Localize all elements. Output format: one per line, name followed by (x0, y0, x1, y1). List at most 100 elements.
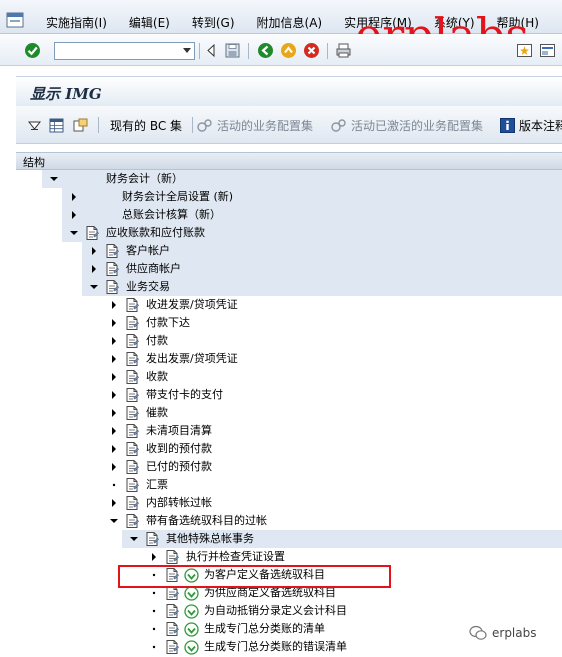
tree-row[interactable]: 发出发票/贷项凭证 (16, 350, 562, 368)
collapsed-triangle-icon[interactable] (108, 440, 120, 458)
collapsed-triangle-icon[interactable] (108, 350, 120, 368)
system-menu-icon[interactable] (6, 12, 24, 28)
collapsed-triangle-icon[interactable] (108, 332, 120, 350)
tree-row[interactable]: 付款下达 (16, 314, 562, 332)
existing-bc-sets-button[interactable]: 现有的 BC 集 (110, 117, 182, 134)
find-node-button[interactable] (48, 117, 69, 134)
tree-node-label[interactable]: 业务交易 (126, 280, 170, 294)
tree-node-label[interactable]: 付款下达 (146, 316, 190, 330)
tree-row[interactable]: 收款 (16, 368, 562, 386)
collapsed-triangle-icon[interactable] (68, 188, 80, 206)
menu-item[interactable]: 实用程序(M) (338, 15, 418, 31)
collapsed-triangle-icon[interactable] (108, 368, 120, 386)
tree-node-label[interactable]: 收进发票/贷项凭证 (146, 298, 238, 312)
collapsed-triangle-icon[interactable] (108, 314, 120, 332)
menu-item[interactable]: 帮助(H) (491, 15, 545, 31)
expanded-triangle-icon[interactable] (48, 170, 60, 188)
tree-row[interactable]: 执行并检查凭证设置 (16, 548, 562, 566)
tree-row[interactable]: 总账会计核算（新） (16, 206, 562, 224)
layout-menu-icon[interactable] (539, 42, 556, 59)
expanded-triangle-icon[interactable] (68, 224, 80, 242)
collapsed-triangle-icon[interactable] (68, 206, 80, 224)
menu-item[interactable]: 转到(G) (186, 15, 241, 31)
menu-item[interactable]: 系统(Y) (428, 15, 481, 31)
print-icon[interactable] (335, 42, 352, 59)
tree-row[interactable]: 汇票 (16, 476, 562, 494)
tree-row[interactable]: 为客户定义备选统驭科目 (16, 566, 562, 584)
tree-node-label[interactable]: 带有备选统驭科目的过帐 (146, 514, 267, 528)
tree-row[interactable]: 财务会计（新） (16, 170, 562, 188)
tree-row[interactable]: 付款 (16, 332, 562, 350)
tree-node-label[interactable]: 付款 (146, 334, 168, 348)
tree-node-label[interactable]: 催款 (146, 406, 168, 420)
expanded-triangle-icon[interactable] (88, 278, 100, 296)
tree-node-label[interactable]: 为自动抵销分录定义会计科目 (204, 604, 347, 618)
tree-node-label[interactable]: 为供应商定义备选统驭科目 (204, 586, 336, 600)
tree-node-label[interactable]: 收款 (146, 370, 168, 384)
collapsed-triangle-icon[interactable] (108, 404, 120, 422)
tree-node-label[interactable]: 财务会计（新） (106, 172, 183, 186)
tree-row[interactable]: 收进发票/贷项凭证 (16, 296, 562, 314)
menu-item[interactable]: 实施指南(I) (40, 15, 113, 31)
tree-node-label[interactable]: 收到的预付款 (146, 442, 212, 456)
collapsed-triangle-icon[interactable] (108, 296, 120, 314)
collapsed-triangle-icon[interactable] (148, 548, 160, 566)
execute-activity-icon[interactable] (184, 640, 199, 657)
collapsed-triangle-icon[interactable] (108, 458, 120, 476)
collapsed-triangle-icon[interactable] (88, 242, 100, 260)
enter-checkmark-icon[interactable] (24, 42, 41, 59)
tree-node-label[interactable]: 其他特殊总帐事务 (166, 532, 254, 546)
activated-biz-config-button[interactable]: 活动已激活的业务配置集 (330, 117, 483, 134)
tree-row[interactable]: 客户帐户 (16, 242, 562, 260)
tree-node-label[interactable]: 带支付卡的支付 (146, 388, 223, 402)
img-activity-document-icon[interactable] (164, 639, 180, 657)
tree-node-label[interactable]: 执行并检查凭证设置 (186, 550, 285, 564)
back-icon[interactable] (257, 42, 274, 59)
tree-node-label[interactable]: 未清项目清算 (146, 424, 212, 438)
tree-row[interactable]: 业务交易 (16, 278, 562, 296)
tree-row[interactable]: 带支付卡的支付 (16, 386, 562, 404)
menu-item[interactable]: 编辑(E) (123, 15, 176, 31)
exit-icon[interactable] (280, 42, 297, 59)
active-biz-config-button[interactable]: 活动的业务配置集 (196, 117, 313, 134)
tree-node-label[interactable]: 供应商帐户 (126, 262, 181, 276)
tree-node-label[interactable]: 为客户定义备选统驭科目 (204, 568, 325, 582)
tree-row[interactable]: 财务会计全局设置 (新) (16, 188, 562, 206)
save-icon[interactable] (224, 42, 241, 59)
tree-node-label[interactable]: 已付的预付款 (146, 460, 212, 474)
collapsed-triangle-icon[interactable] (108, 386, 120, 404)
tree-node-label[interactable]: 客户帐户 (126, 244, 170, 258)
collapsed-triangle-icon[interactable] (88, 260, 100, 278)
tree-node-label[interactable]: 总账会计核算（新） (122, 208, 221, 222)
tree-row[interactable]: 为自动抵销分录定义会计科目 (16, 602, 562, 620)
change-layout-button[interactable] (72, 117, 93, 134)
tree-row[interactable]: 供应商帐户 (16, 260, 562, 278)
expanded-triangle-icon[interactable] (108, 512, 120, 530)
version-comments-button[interactable]: 版本注释 (500, 117, 562, 134)
tree-node-label[interactable]: 生成专门总分类账的清单 (204, 622, 325, 636)
arrow-left-icon[interactable] (203, 42, 220, 59)
tree-row[interactable]: 带有备选统驭科目的过帐 (16, 512, 562, 530)
expanded-triangle-icon[interactable] (128, 530, 140, 548)
collapsed-triangle-icon[interactable] (108, 494, 120, 512)
tree-row[interactable]: 应收账款和应付账款 (16, 224, 562, 242)
tree-node-label[interactable]: 发出发票/贷项凭证 (146, 352, 238, 366)
command-field[interactable] (54, 42, 195, 60)
tree-row[interactable]: 内部转帐过帐 (16, 494, 562, 512)
menu-item[interactable]: 附加信息(A) (251, 15, 329, 31)
tree-row[interactable]: 为供应商定义备选统驭科目 (16, 584, 562, 602)
cancel-icon[interactable] (303, 42, 320, 59)
tree-node-label[interactable]: 生成专门总分类账的错误清单 (204, 640, 347, 654)
collapsed-triangle-icon[interactable] (108, 422, 120, 440)
tree-node-label[interactable]: 财务会计全局设置 (新) (122, 190, 233, 204)
tree-node-label[interactable]: 内部转帐过帐 (146, 496, 212, 510)
tree-row[interactable]: 未清项目清算 (16, 422, 562, 440)
tree-row[interactable]: 催款 (16, 404, 562, 422)
tree-row[interactable]: 收到的预付款 (16, 440, 562, 458)
expand-subtree-button[interactable] (26, 117, 47, 134)
tree-node-label[interactable]: 应收账款和应付账款 (106, 226, 205, 240)
chevron-down-icon[interactable] (183, 48, 191, 53)
create-session-icon[interactable] (516, 42, 533, 59)
tree-row[interactable]: 已付的预付款 (16, 458, 562, 476)
tree-node-label[interactable]: 汇票 (146, 478, 168, 492)
